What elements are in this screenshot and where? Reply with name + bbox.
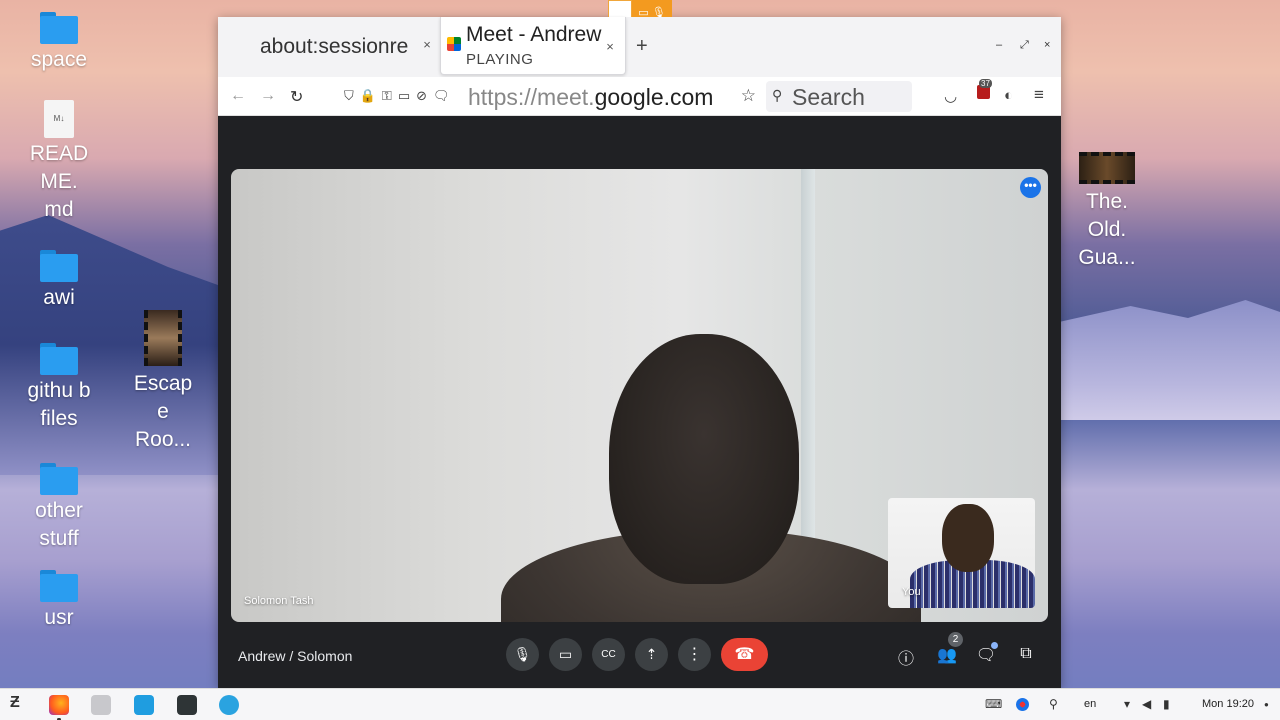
desktop-icon-other-stuff[interactable]: other stuff — [9, 463, 109, 553]
hangup-icon: ☎ — [734, 646, 755, 663]
desktop-icon-usr[interactable]: usr — [9, 570, 109, 632]
meet-favicon-icon — [447, 37, 461, 51]
meeting-info-icon[interactable]: ⓘ — [895, 645, 917, 669]
clock[interactable]: Mon 19:20 — [1202, 698, 1254, 710]
ublock-extension-icon[interactable]: 37 — [977, 79, 992, 99]
markdown-file-icon: M↓ — [44, 100, 74, 138]
desktop-icon-label: space — [30, 48, 88, 71]
desktop-icon-label: githu b files — [27, 379, 91, 430]
keyboard-icon[interactable]: ⌨ — [985, 697, 1002, 711]
maximize-button[interactable]: ⤢ — [1020, 39, 1029, 52]
desktop-icon-old-guard[interactable]: The. Old. Gua... — [1057, 152, 1157, 272]
desktop-icon-github-files[interactable]: githu b files — [9, 343, 109, 433]
notification-dot-icon[interactable]: ● — [1264, 700, 1269, 709]
people-count-badge: 2 — [948, 632, 963, 647]
camera-button[interactable]: ▭ — [549, 638, 582, 671]
site-permission-icons[interactable]: ⛉🔒⚿▭⊘🗨 — [344, 88, 456, 104]
extension-badge: 37 — [979, 79, 992, 88]
menu-icon[interactable]: ≡ — [1034, 85, 1044, 105]
desktop-icon-label: other stuff — [35, 499, 83, 550]
captions-button[interactable]: CC — [592, 638, 625, 671]
desktop-icon-label: Escap e Roo... — [133, 372, 193, 451]
software-store-icon[interactable] — [134, 695, 154, 715]
tab-title: about:sessionrestore — [260, 35, 408, 58]
extension-icon[interactable]: ◐ — [1004, 87, 1013, 104]
back-button[interactable]: ← — [230, 87, 246, 105]
meet-controls: Andrew / Solomon 🎙 ▭ CC ⇡ ⋮ ☎ ⓘ 👥 2 🗨 ⧉ — [218, 630, 1061, 680]
url-text[interactable]: https://meet.google.com — [468, 84, 733, 111]
self-label: You — [902, 586, 921, 598]
folder-icon — [40, 343, 78, 375]
forward-button[interactable]: → — [260, 87, 276, 105]
pocket-icon[interactable]: ◡ — [944, 87, 957, 105]
chat-notification-dot — [991, 642, 998, 649]
video-file-icon — [144, 310, 182, 366]
search-icon: ⚲ — [772, 87, 783, 103]
wifi-icon[interactable]: ▾ — [1124, 697, 1130, 711]
telegram-icon[interactable] — [219, 695, 239, 715]
folder-icon — [40, 250, 78, 282]
meeting-name: Andrew / Solomon — [238, 648, 353, 664]
desktop-icon-label: The. Old. Gua... — [1078, 190, 1136, 269]
terminal-icon[interactable] — [177, 695, 197, 715]
tab-meet[interactable]: Meet - Andrew PLAYING × — [440, 17, 626, 75]
search-placeholder: Search — [792, 84, 865, 110]
folder-icon — [40, 570, 78, 602]
reload-button[interactable]: ↻ — [290, 87, 303, 107]
desktop-icon-label: awi — [43, 286, 75, 309]
folder-icon — [40, 12, 78, 44]
tab-close-icon[interactable]: × — [420, 37, 434, 52]
new-tab-button[interactable]: + — [636, 35, 648, 58]
tab-close-icon[interactable]: × — [603, 39, 617, 54]
desktop-icon-space[interactable]: space — [9, 12, 109, 74]
end-call-button[interactable]: ☎ — [721, 638, 768, 671]
desktop-icon-readme[interactable]: M↓ READ ME. md — [9, 100, 109, 224]
people-icon[interactable]: 👥 — [936, 645, 958, 665]
tab-session-restore[interactable]: about:sessionrestore × — [248, 17, 438, 75]
desktop-icon-label: READ ME. md — [29, 142, 89, 221]
activities-icon[interactable]: ⧉ — [1015, 645, 1037, 663]
navigation-bar: ← → ↻ ⛉🔒⚿▭⊘🗨 https://meet.google.com ☆ ⚲… — [218, 77, 1061, 116]
keyboard-language[interactable]: en — [1084, 698, 1096, 710]
more-options-icon[interactable]: ••• — [1020, 177, 1041, 198]
accessibility-icon[interactable]: ⚲ — [1049, 697, 1058, 711]
zorin-menu-icon[interactable]: Ƶ — [10, 694, 20, 712]
minimize-button[interactable]: – — [996, 39, 1002, 51]
search-input[interactable]: ⚲ Search — [766, 81, 912, 112]
files-icon[interactable] — [91, 695, 111, 715]
self-video-tile[interactable]: You — [888, 498, 1035, 608]
captions-icon: CC — [601, 649, 616, 660]
vertical-dots-icon: ⋮ — [686, 646, 703, 663]
video-file-icon — [1079, 152, 1135, 184]
wallpaper-mountain-right — [1050, 300, 1280, 420]
taskbar: Ƶ ⌨ ⚲ en ▾ ◀ ▮ Mon 19:20 ● — [0, 688, 1280, 720]
bookmark-star-icon[interactable]: ☆ — [741, 86, 756, 106]
camera-icon: ▭ — [558, 646, 573, 662]
browser-window: ▭ 🎙 about:sessionrestore × Meet - Andrew… — [218, 0, 1061, 688]
mic-button[interactable]: 🎙 — [506, 638, 539, 671]
present-icon: ⇡ — [645, 646, 658, 662]
folder-icon — [40, 463, 78, 495]
tab-title: Meet - Andrew — [466, 23, 602, 46]
firefox-icon[interactable] — [49, 695, 69, 715]
desktop-icon-escape-room[interactable]: Escap e Roo... — [113, 310, 213, 454]
main-video-tile[interactable]: ••• Solomon Tash You — [231, 169, 1048, 622]
tab-bar: about:sessionrestore × Meet - Andrew PLA… — [218, 17, 1061, 77]
more-options-button[interactable]: ⋮ — [678, 638, 711, 671]
desktop-icon-awi[interactable]: awi — [9, 250, 109, 312]
present-button[interactable]: ⇡ — [635, 638, 668, 671]
volume-icon[interactable]: ◀ — [1142, 697, 1151, 711]
participant-name: Solomon Tash — [244, 595, 314, 607]
battery-icon[interactable]: ▮ — [1163, 697, 1170, 711]
tab-playing-status: PLAYING — [466, 51, 534, 68]
chrome-tray-icon[interactable] — [1016, 698, 1029, 711]
close-window-button[interactable]: × — [1044, 39, 1050, 51]
desktop-icon-label: usr — [44, 606, 74, 629]
mic-icon: 🎙 — [513, 646, 532, 662]
meet-area: ••• Solomon Tash You Andrew / Solomon 🎙 … — [218, 116, 1061, 688]
url-bar[interactable]: ⛉🔒⚿▭⊘🗨 https://meet.google.com ☆ — [338, 81, 758, 112]
